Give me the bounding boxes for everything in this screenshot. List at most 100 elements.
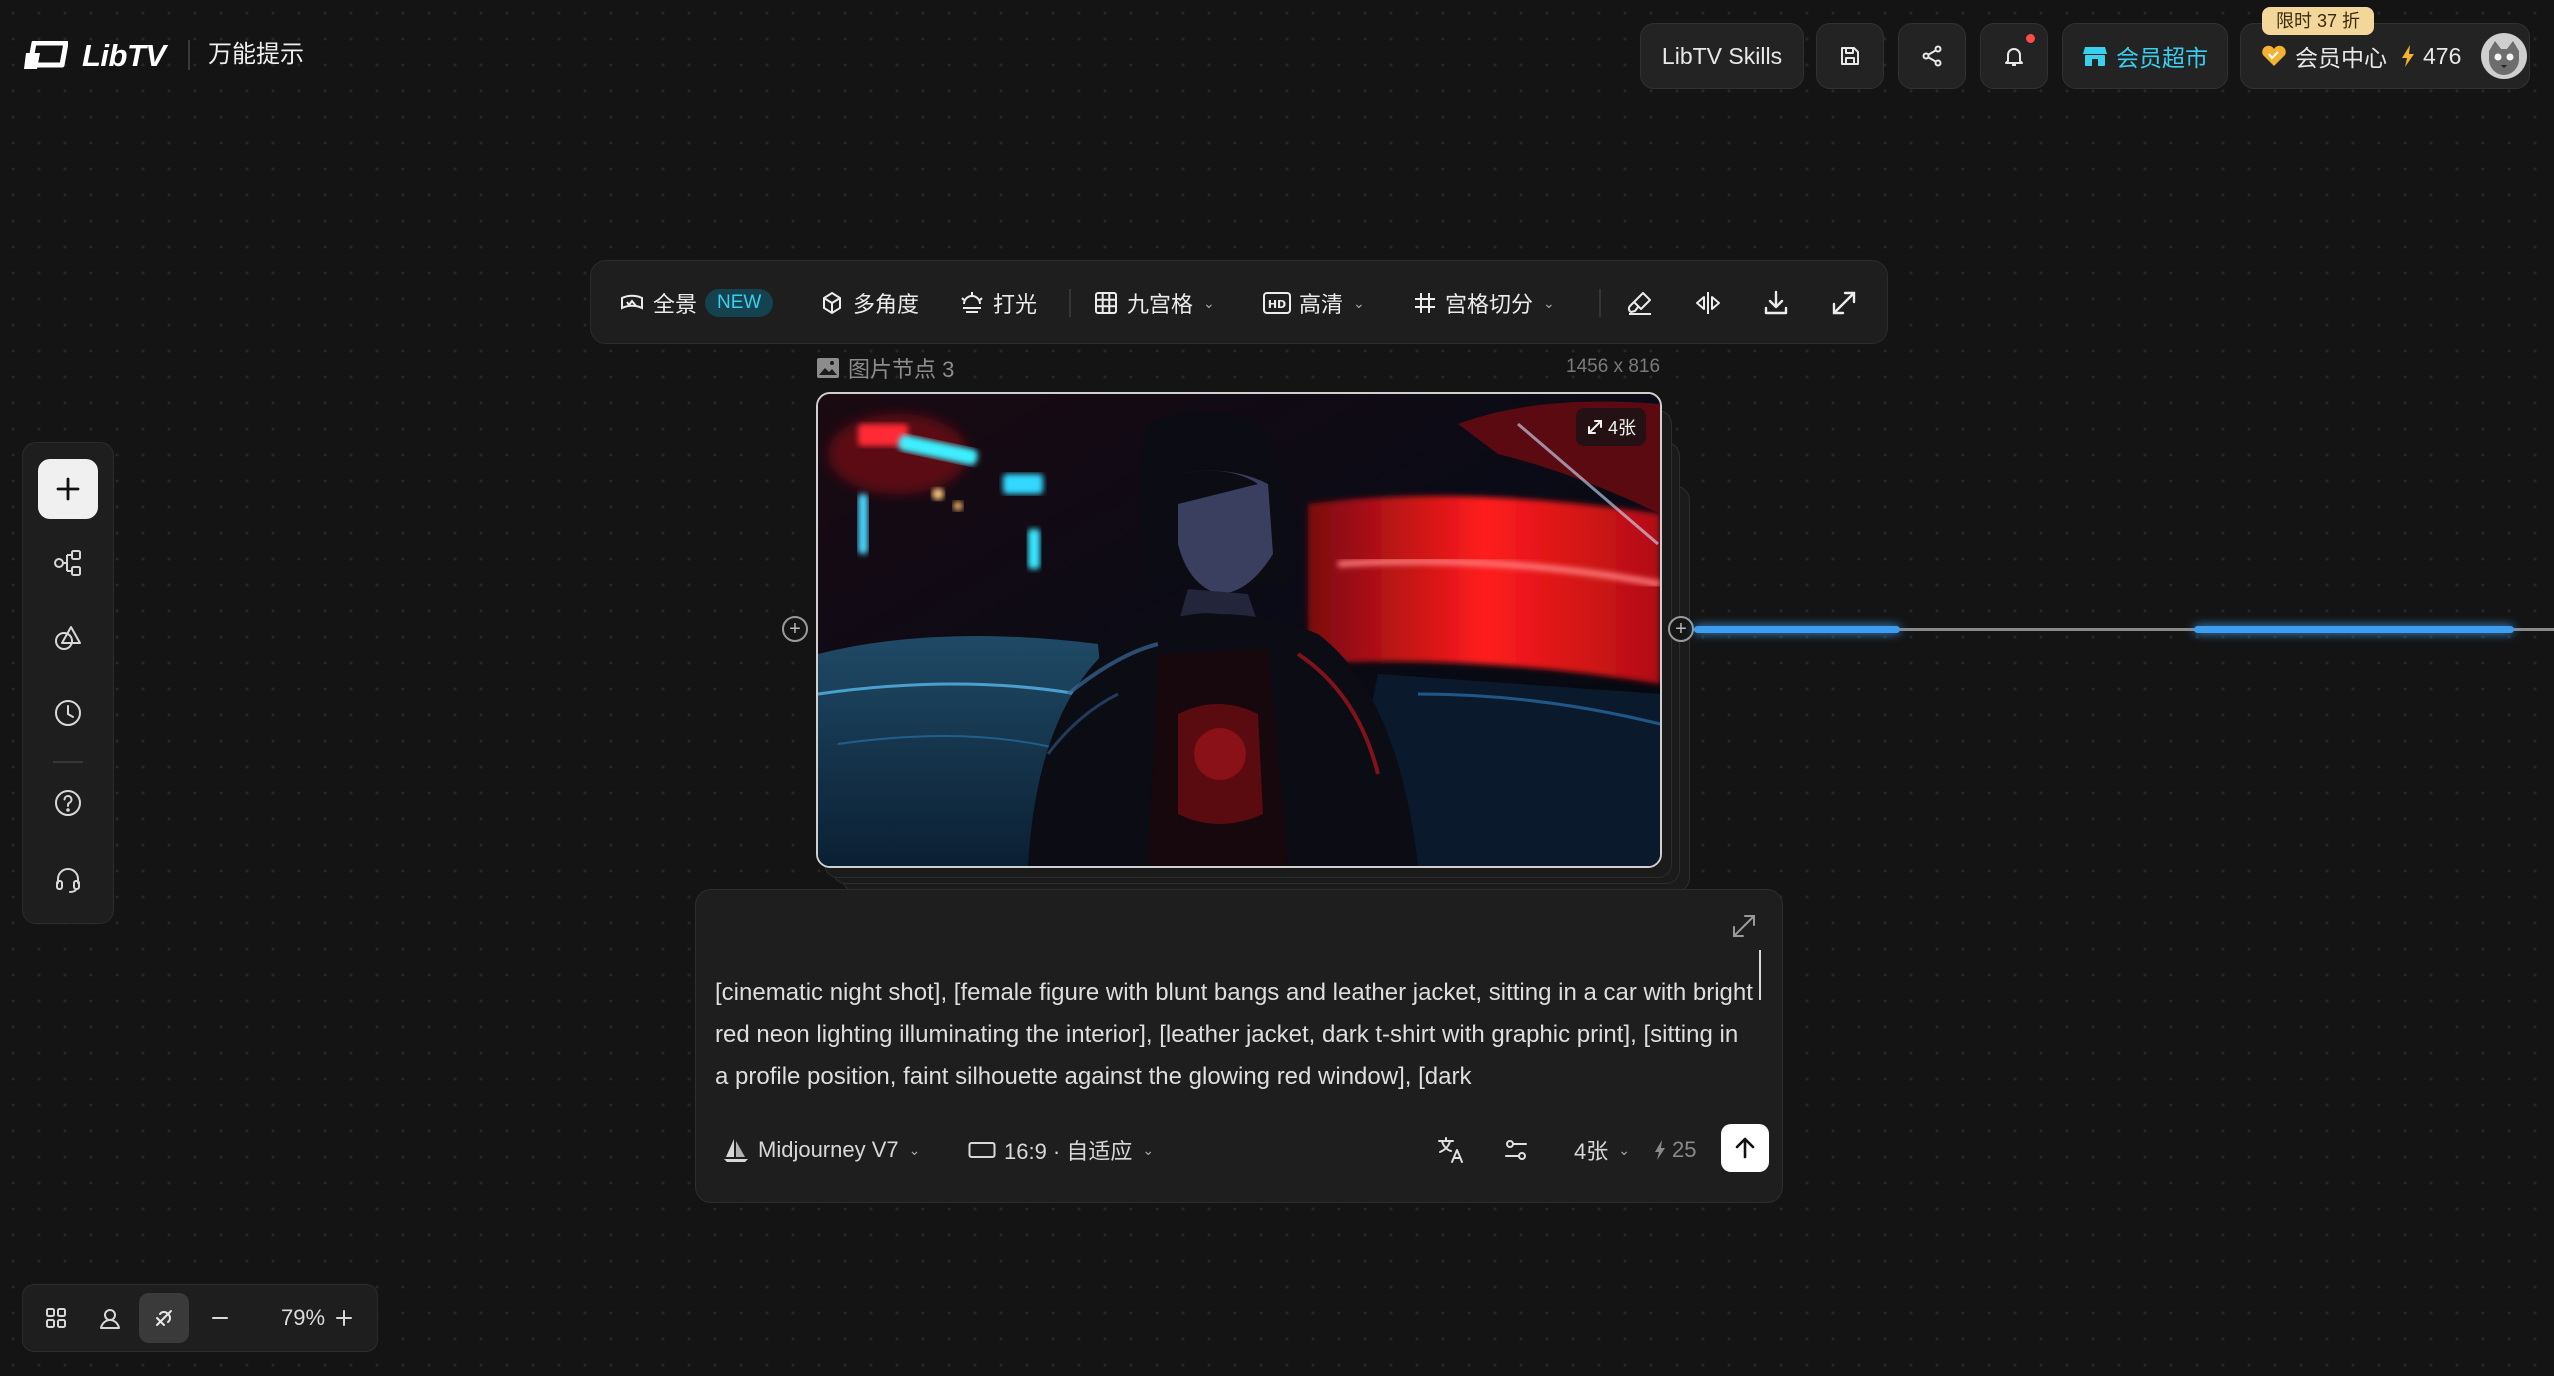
image-icon [816,357,840,379]
download-icon [1761,288,1791,318]
rail-divider [53,761,83,763]
image-preview [818,394,1660,866]
toolbar-divider [1069,289,1071,317]
grid-icon [44,1306,68,1330]
send-button[interactable] [1721,1124,1769,1172]
image-count-label: 4张 [1574,1139,1609,1164]
image-count-label: 4张 [1607,418,1636,438]
libtv-logo-icon [24,41,68,71]
cost-value: 25 [1672,1137,1697,1162]
input-port-plus-icon[interactable]: + [782,616,808,642]
output-port-plus-icon[interactable]: + [1668,616,1694,642]
libtv-skills-button[interactable]: LibTV Skills [1640,23,1804,89]
fullscreen-button[interactable] [1829,261,1859,345]
member-market-button[interactable]: 会员超市 [2062,23,2228,89]
image-node-title[interactable]: 图片节点 3 [816,352,954,384]
member-market-label: 会员超市 [2116,45,2208,71]
shapes-icon [52,623,84,655]
headset-icon [52,863,84,895]
image-count-badge[interactable]: 4张 [1575,408,1646,446]
lighting-button[interactable]: 打光 [959,261,1037,345]
canvas-zoom-bar: 79% [22,1284,378,1352]
lighting-label: 打光 [993,292,1038,317]
hd-dropdown[interactable]: HD 高清 ⌄ [1263,261,1365,345]
panorama-button[interactable]: 全景 NEW [619,261,774,345]
user-view-button[interactable] [85,1293,135,1343]
prompt-input[interactable]: [cinematic night shot], [female figure w… [715,972,1755,1098]
help-button[interactable] [38,773,98,833]
save-icon [1838,44,1862,68]
assets-button[interactable] [38,609,98,669]
grid-view-button[interactable] [31,1293,81,1343]
panorama-label: 全景 [653,292,698,317]
credits-count: 476 [2423,42,2462,69]
snap-toggle-button[interactable] [139,1293,189,1343]
aspect-ratio-selector[interactable]: 16:9 · 自适应 ⌄ [968,1128,1154,1172]
lightning-icon [2401,45,2415,67]
aspect-ratio-icon [968,1140,996,1160]
download-button[interactable] [1761,261,1791,345]
expand-icon [1730,912,1758,940]
support-button[interactable] [38,849,98,909]
help-icon [52,787,84,819]
expand-prompt-button[interactable] [1730,912,1758,940]
mirror-button[interactable] [1693,261,1723,345]
zoom-in-button[interactable] [319,1293,369,1343]
generated-image[interactable]: 4张 [816,392,1662,868]
hd-label: 高清 [1299,292,1344,317]
workflow-icon [52,547,84,579]
arrow-up-icon [1732,1135,1758,1161]
bell-icon [2002,44,2026,68]
svg-text:HD: HD [1268,298,1286,311]
save-button[interactable] [1816,23,1884,89]
connector-glow [2194,626,2514,633]
grid-slice-label: 宫格切分 [1445,292,1534,317]
connector-glow [1694,626,1900,633]
header-divider [188,40,190,70]
slice-icon [1413,291,1437,315]
libtv-logo[interactable]: LibTV [24,36,166,76]
avatar[interactable] [2481,33,2528,79]
chevron-down-icon: ⌄ [1543,294,1555,311]
magnet-icon [151,1305,177,1331]
member-center-label: 会员中心 [2295,45,2387,71]
user-icon [97,1305,123,1331]
image-dimensions: 1456 x 816 [1566,356,1661,377]
nine-grid-dropdown[interactable]: 九宫格 ⌄ [1093,261,1215,345]
brush-button[interactable] [1625,261,1655,345]
chevron-down-icon: ⌄ [1142,1141,1155,1158]
share-button[interactable] [1898,23,1966,89]
clock-icon [52,697,84,729]
flip-icon [1693,288,1723,318]
left-tool-rail [22,442,114,924]
multi-angle-button[interactable]: 多角度 [819,261,919,345]
nine-grid-label: 九宫格 [1127,292,1194,317]
model-selector[interactable]: Midjourney V7 ⌄ [722,1128,920,1172]
notifications-button[interactable] [1980,23,2048,89]
zoom-out-button[interactable] [195,1293,245,1343]
expand-icon [1829,288,1859,318]
notification-dot [2026,34,2035,43]
image-toolbar: 全景 NEW 多角度 打光 九宫格 ⌄ HD 高清 ⌄ 宫格切分 ⌄ [590,260,1888,344]
chevron-down-icon: ⌄ [1353,294,1365,311]
add-node-button[interactable] [38,459,98,519]
grid-slice-dropdown[interactable]: 宫格切分 ⌄ [1413,261,1555,345]
history-button[interactable] [38,683,98,743]
sailboat-icon [722,1137,750,1163]
new-badge: NEW [705,289,774,317]
settings-sliders-button[interactable] [1502,1128,1530,1172]
toolbar-divider [1599,289,1601,317]
heart-badge-icon [2261,44,2287,68]
libtv-skills-label: LibTV Skills [1661,42,1783,69]
lightning-icon [1654,1140,1666,1160]
aspect-ratio-label: 16:9 · 自适应 [1004,1139,1133,1164]
image-count-selector[interactable]: 4张 ⌄ [1574,1128,1630,1172]
translate-button[interactable] [1436,1128,1466,1172]
panorama-icon [619,290,645,316]
workflow-button[interactable] [38,533,98,593]
translate-icon [1436,1135,1466,1165]
brush-icon [1625,288,1655,318]
text-cursor [1759,950,1761,1000]
plus-icon [333,1307,355,1329]
chevron-down-icon: ⌄ [1203,294,1215,311]
